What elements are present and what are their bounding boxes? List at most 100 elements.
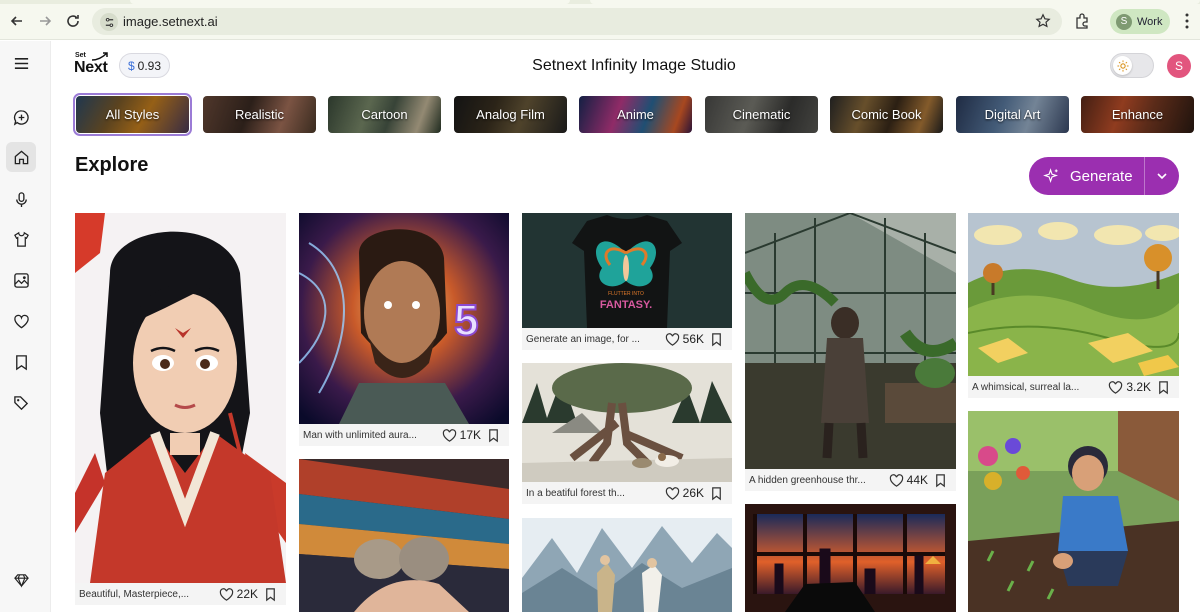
credits-balance[interactable]: $ 0.93 [119, 53, 170, 78]
style-chip-comic-book[interactable]: Comic Book [830, 96, 943, 133]
home-icon[interactable] [6, 142, 36, 172]
gallery-icon[interactable] [6, 265, 36, 295]
like-button[interactable]: 3.2K [1108, 380, 1151, 395]
style-chip-label: Cinematic [732, 107, 791, 122]
card-caption: Beautiful, Masterpiece,... 22K [75, 583, 286, 605]
browser-menu-icon[interactable] [1180, 12, 1194, 30]
site-settings-icon[interactable] [100, 13, 118, 31]
profile-label: Work [1137, 15, 1163, 28]
heart-icon [889, 473, 903, 487]
image-card[interactable]: A hidden greenhouse thr... 44K [745, 213, 956, 491]
image-card[interactable]: 5 Man with unlimited aura... 17K [299, 213, 509, 446]
image-card[interactable] [968, 411, 1179, 612]
style-chip-digital-art[interactable]: Digital Art [956, 96, 1069, 133]
generate-main-button[interactable]: Generate [1029, 157, 1144, 195]
user-avatar[interactable]: S [1167, 54, 1191, 78]
setnext-logo[interactable]: Set Next [74, 52, 110, 78]
heart-icon [1109, 380, 1123, 394]
generate-button[interactable]: Generate [1029, 157, 1179, 195]
heart-icon [219, 587, 233, 601]
card-caption: In a beatiful forest th... 26K [522, 482, 732, 504]
card-caption-text: A hidden greenhouse thr... [749, 474, 866, 486]
logo-small-text: Set [75, 52, 86, 59]
bookmark-icon[interactable] [6, 347, 36, 377]
style-chip-label: Analog Film [476, 107, 545, 122]
like-count: 56K [682, 332, 704, 346]
reload-icon[interactable] [62, 10, 84, 32]
like-button[interactable]: 17K [442, 428, 481, 443]
bookmark-icon[interactable] [709, 332, 724, 347]
page-title: Setnext Infinity Image Studio [532, 57, 736, 74]
card-image: 5 [299, 213, 509, 424]
card-caption-text: In a beatiful forest th... [526, 487, 625, 499]
image-card[interactable]: Beautiful, Masterpiece,... 22K [75, 213, 286, 605]
style-chip-label: Digital Art [984, 107, 1041, 122]
style-chip-label: Enhance [1111, 107, 1164, 122]
bookmark-star-icon[interactable] [1035, 13, 1051, 29]
profile-chip[interactable]: S Work [1110, 9, 1170, 34]
diamond-icon[interactable] [6, 565, 36, 595]
address-bar[interactable]: image.setnext.ai [92, 8, 1062, 35]
url-text: image.setnext.ai [123, 14, 218, 29]
card-image [75, 213, 286, 583]
image-card[interactable] [522, 518, 732, 612]
card-caption-text: A whimsical, surreal la... [972, 381, 1080, 393]
like-button[interactable]: 26K [665, 486, 704, 501]
theme-toggle[interactable] [1110, 53, 1154, 78]
image-card[interactable]: In a beatiful forest th... 26K [522, 363, 732, 504]
card-caption: Generate an image, for ... 56K [522, 328, 732, 350]
chat-plus-icon[interactable] [6, 102, 36, 132]
style-chip-label: Cartoon [361, 107, 408, 122]
style-chip-realistic[interactable]: Realistic [203, 96, 316, 133]
like-count: 44K [906, 473, 928, 487]
back-icon[interactable] [6, 10, 28, 32]
tab-strip [0, 0, 1200, 4]
style-chip-anime[interactable]: Anime [579, 96, 692, 133]
bookmark-icon[interactable] [263, 587, 278, 602]
card-image [299, 459, 509, 612]
like-button[interactable]: 22K [219, 587, 258, 602]
heart-icon[interactable] [6, 306, 36, 336]
bookmark-icon[interactable] [709, 486, 724, 501]
card-image [522, 518, 732, 612]
shirt-text-line-2: FANTASY. [600, 299, 652, 311]
tags-icon[interactable] [6, 388, 36, 418]
like-count: 26K [682, 486, 704, 500]
card-image [968, 411, 1179, 612]
style-chip-label: Anime [617, 107, 654, 122]
bookmark-icon[interactable] [933, 473, 948, 488]
like-button[interactable]: 44K [889, 473, 928, 488]
sparkle-icon [1043, 167, 1059, 183]
image-card[interactable] [745, 504, 956, 612]
card-caption: Man with unlimited aura... 17K [299, 424, 509, 446]
style-chip-cinematic[interactable]: Cinematic [705, 96, 818, 133]
bookmark-icon[interactable] [486, 428, 501, 443]
extensions-icon[interactable] [1073, 12, 1091, 30]
like-button[interactable]: 56K [665, 332, 704, 347]
microphone-icon[interactable] [6, 184, 36, 214]
forward-icon[interactable] [34, 10, 56, 32]
heart-icon [665, 486, 679, 500]
chevron-down-icon [1157, 173, 1167, 180]
image-card[interactable] [299, 459, 509, 612]
style-chip-analog-film[interactable]: Analog Film [454, 96, 567, 133]
tshirt-icon[interactable] [6, 224, 36, 254]
image-card[interactable]: A whimsical, surreal la... 3.2K [968, 213, 1179, 398]
style-chip-label: Comic Book [851, 107, 922, 122]
credits-value: 0.93 [137, 58, 162, 73]
app-sidebar [0, 41, 51, 612]
heart-icon [442, 428, 456, 442]
menu-icon[interactable] [6, 48, 36, 78]
style-chip-enhance[interactable]: Enhance [1081, 96, 1194, 133]
like-count: 3.2K [1126, 380, 1151, 394]
style-chip-cartoon[interactable]: Cartoon [328, 96, 441, 133]
browser-toolbar: image.setnext.ai S Work [0, 0, 1200, 40]
card-image [745, 504, 956, 612]
card-image [968, 213, 1179, 376]
generate-options-dropdown[interactable] [1145, 157, 1179, 195]
card-image [522, 363, 732, 482]
image-card[interactable]: FLUTTER INTO FANTASY. Generate an image,… [522, 213, 732, 350]
card-caption-text: Beautiful, Masterpiece,... [79, 588, 190, 600]
style-chip-all-styles[interactable]: All Styles [73, 93, 192, 136]
bookmark-icon[interactable] [1156, 380, 1171, 395]
